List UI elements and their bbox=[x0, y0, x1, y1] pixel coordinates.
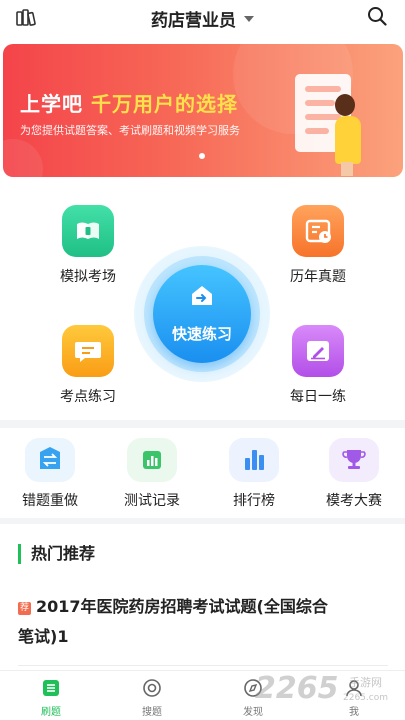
point-practice-button[interactable]: 考点练习 bbox=[43, 325, 133, 406]
book-icon bbox=[62, 205, 114, 257]
header: 药店营业员 bbox=[0, 0, 405, 34]
tab-search-questions[interactable]: 搜题 bbox=[122, 677, 182, 718]
test-records-label: 测试记录 bbox=[124, 493, 180, 509]
edit-icon bbox=[292, 325, 344, 377]
recommend-tag: 荐 bbox=[18, 602, 31, 615]
mock-exam-button[interactable]: 模拟考场 bbox=[43, 205, 133, 286]
tab-practice[interactable]: 刷题 bbox=[21, 677, 81, 718]
banner-title: 上学吧 千万用户的选择 bbox=[20, 88, 238, 117]
app-page: 药店营业员 上学吧 千万用户的选择 为您提供试题答案、考试刷题和视频学习服务 模… bbox=[0, 0, 405, 720]
mock-contest-button[interactable]: 模考大赛 bbox=[314, 438, 394, 510]
banner-illustration-person bbox=[335, 116, 361, 164]
chevron-down-icon bbox=[244, 16, 254, 22]
chat-icon bbox=[62, 325, 114, 377]
article-title-line1: 2017年医院药房招聘考试试题(全国综合 bbox=[36, 597, 328, 616]
banner-illustration-person bbox=[335, 94, 355, 116]
svg-text:2265: 2265 bbox=[255, 671, 339, 706]
banner-title-brand: 上学吧 bbox=[20, 92, 83, 116]
quick-practice-button[interactable]: 快速练习 bbox=[134, 246, 270, 382]
calendar-clock-icon bbox=[292, 205, 344, 257]
past-papers-label: 历年真题 bbox=[290, 269, 346, 285]
redo-wrong-label: 错题重做 bbox=[22, 493, 78, 509]
redo-wrong-button[interactable]: 错题重做 bbox=[10, 438, 90, 510]
ranking-button[interactable]: 排行榜 bbox=[214, 438, 294, 510]
svg-text:2265.com: 2265.com bbox=[343, 693, 388, 703]
list-icon bbox=[40, 677, 62, 699]
test-records-button[interactable]: 测试记录 bbox=[112, 438, 192, 510]
arrow-right-icon bbox=[190, 285, 214, 307]
section-title: 热门推荐 bbox=[18, 544, 95, 564]
tab-search-label: 搜题 bbox=[142, 707, 162, 718]
carousel-indicator[interactable] bbox=[199, 153, 205, 159]
banner-subtitle: 为您提供试题答案、考试刷题和视频学习服务 bbox=[20, 124, 240, 137]
search-circle-icon bbox=[141, 677, 163, 699]
section-divider bbox=[0, 420, 405, 428]
daily-practice-label: 每日一练 bbox=[290, 389, 346, 405]
search-icon[interactable] bbox=[367, 6, 387, 26]
svg-text:手游网: 手游网 bbox=[349, 675, 382, 689]
point-practice-label: 考点练习 bbox=[60, 389, 116, 405]
ranking-icon bbox=[229, 438, 279, 482]
watermark-logo: 2265 手游网 2265.com bbox=[249, 662, 399, 712]
ranking-label: 排行榜 bbox=[233, 493, 275, 509]
bar-chart-icon bbox=[127, 438, 177, 482]
article-item[interactable]: 荐 2017年医院药房招聘考试试题(全国综合 笔试)1 bbox=[18, 592, 388, 652]
daily-practice-button[interactable]: 每日一练 bbox=[273, 325, 363, 406]
quick-practice-label: 快速练习 bbox=[171, 325, 232, 343]
banner-illustration-person bbox=[341, 162, 353, 176]
banner-decoration bbox=[3, 139, 43, 177]
article-title-line2: 笔试)1 bbox=[18, 627, 69, 646]
banner-title-highlight: 千万用户的选择 bbox=[91, 92, 238, 116]
mock-exam-label: 模拟考场 bbox=[60, 269, 116, 285]
past-papers-button[interactable]: 历年真题 bbox=[273, 205, 363, 286]
trophy-icon bbox=[329, 438, 379, 482]
tab-practice-label: 刷题 bbox=[41, 707, 61, 718]
mock-contest-label: 模考大赛 bbox=[326, 493, 382, 509]
swap-icon bbox=[25, 438, 75, 482]
section-divider bbox=[0, 518, 405, 524]
page-title: 药店营业员 bbox=[151, 11, 236, 31]
quick-practice-core: 快速练习 bbox=[153, 265, 251, 363]
subject-selector[interactable]: 药店营业员 bbox=[0, 6, 405, 31]
